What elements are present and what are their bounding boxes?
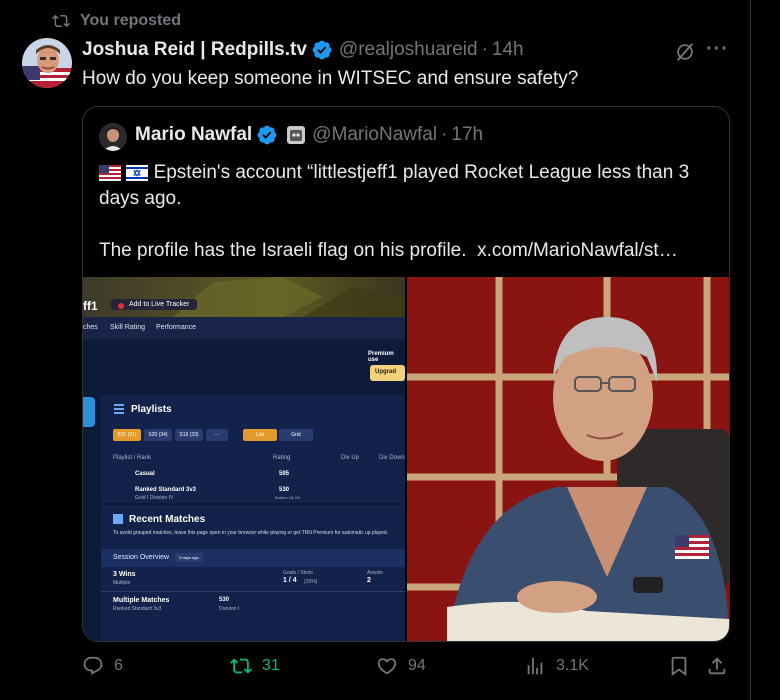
action-bar: 6 31 94 3.1K (82, 655, 732, 683)
verified-badge-icon (257, 125, 277, 145)
tracker-header-banner (83, 277, 405, 317)
upgrade-label: Upgrad (375, 369, 396, 375)
session-wins: 3 Wins (113, 571, 136, 578)
separator-dot: · (481, 39, 488, 60)
multi-rating: 530 (219, 597, 230, 603)
us-flag-icon (99, 165, 121, 181)
heart-icon (377, 658, 397, 675)
recent-matches-panel: Recent Matches To avoid grouped matches,… (101, 505, 405, 641)
israel-flag-icon (126, 165, 149, 181)
assists-label: Assists (367, 570, 383, 576)
quoted-text: Epstein's account “littlestjeff1 played … (99, 160, 719, 264)
playlists-panel: Playlists S31 (31) S20 (34) S19 (33) ···… (101, 395, 405, 503)
multi-matches-sub: Ranked Standard 3v3 (113, 606, 162, 612)
bookmark-icon (671, 656, 687, 677)
row-ranked-name: Ranked Standard 3v3 (135, 487, 197, 493)
add-live-tracker-button: Add to Live Tracker (111, 299, 198, 310)
session-wins-sub: Multiple (113, 580, 131, 586)
post-header: Joshua Reid | Redpills.tv @realjoshuarei… (82, 39, 524, 61)
views-count: 3.1K (556, 657, 589, 674)
session-label: Session Overview (113, 554, 170, 561)
quoted-text-line1: Epstein's account “littlestjeff1 played … (99, 162, 690, 209)
assists-value: 2 (367, 577, 371, 584)
row-casual-rating: 595 (279, 471, 290, 477)
repost-count: 31 (262, 657, 280, 674)
playlists-title: Playlists (131, 404, 172, 415)
col-div-down: Div Down (379, 455, 405, 461)
views-button[interactable]: 3.1K (524, 655, 589, 677)
like-count: 94 (408, 657, 426, 674)
goals-value: 1 / 4 (283, 577, 297, 584)
col-rating: Rating (273, 455, 291, 461)
share-button[interactable] (706, 655, 728, 677)
season-pill-2: S20 (34) (144, 429, 172, 441)
tracker-username-fragment: ff1 (83, 299, 98, 313)
premium-label: Premium use (368, 351, 394, 363)
recent-matches-desc: To avoid grouped matches, leave this pag… (113, 530, 389, 536)
goals-pct: (25%) (304, 579, 318, 585)
col-playlist: Playlist / Rank (113, 455, 152, 461)
col-div-up: Div Up (341, 455, 360, 461)
quoted-post-time[interactable]: 17h (451, 124, 483, 146)
affiliate-badge-icon (287, 126, 306, 144)
author-avatar[interactable] (22, 38, 72, 88)
recent-matches-icon (113, 514, 123, 524)
recent-matches-title: Recent Matches (129, 514, 206, 525)
author-name[interactable]: Joshua Reid | Redpills.tv (82, 39, 307, 61)
share-icon (708, 657, 726, 675)
author-handle[interactable]: @realjoshuareid (339, 39, 478, 61)
season-pill-3: S19 (33) (175, 429, 203, 441)
upgrade-button: Upgrad (370, 365, 405, 381)
multi-division: Division I (219, 606, 240, 612)
season-pill-more: ··· (206, 429, 228, 441)
repost-button[interactable]: 31 (230, 655, 280, 677)
reply-button[interactable]: 6 (82, 655, 123, 677)
row-ranked-sub: Gold I Division IV (135, 495, 174, 501)
repost-label: You reposted (80, 12, 182, 29)
views-chart-icon (527, 657, 543, 675)
row-ranked-rating-sub: Bottom 18.2% (275, 495, 301, 500)
separator-dot: · (441, 124, 448, 145)
repost-indicator: You reposted (52, 12, 181, 30)
goals-label: Goals / Shots (283, 570, 314, 576)
bookmark-button[interactable] (668, 655, 690, 677)
repost-icon (52, 14, 70, 28)
more-options-icon[interactable]: ··· (706, 38, 729, 61)
grok-icon[interactable] (674, 41, 696, 63)
post-time[interactable]: 14h (492, 39, 524, 61)
reply-count: 6 (114, 657, 123, 674)
session-ago: 5 days ago (175, 553, 203, 562)
row-casual-name: Casual (135, 471, 155, 477)
quoted-header: Mario Nawfal @MarioNawfal · 17h (135, 124, 483, 146)
view-grid-pill: Grid (279, 429, 313, 441)
sidebar-tab (83, 397, 95, 427)
nav-matches: ches (83, 324, 98, 331)
view-list-pill: List (243, 429, 277, 441)
quoted-link[interactable]: x.com/MarioNawfal/st… (477, 240, 678, 261)
media-tracker-screenshot[interactable]: ff1 Add to Live Tracker ches Skill Ratin… (83, 277, 405, 641)
repost-icon (230, 658, 252, 674)
quoted-author-handle[interactable]: @MarioNawfal (312, 124, 437, 146)
quoted-author-avatar[interactable] (99, 123, 127, 151)
media-photo[interactable] (407, 277, 729, 641)
quoted-post[interactable]: Mario Nawfal @MarioNawfal · 17h Epstein'… (82, 106, 730, 642)
nav-performance: Performance (156, 324, 197, 331)
playlists-icon (114, 404, 124, 414)
season-pill-1: S31 (31) (113, 429, 141, 441)
row-ranked-rating: 530 (279, 487, 290, 493)
tracker-body: Premium use Upgrad Playlists S31 (31) S2… (83, 339, 405, 641)
nav-skill-rating: Skill Rating (110, 324, 146, 331)
multi-matches-label: Multiple Matches (113, 597, 170, 604)
quoted-text-line2: The profile has the Israeli flag on his … (99, 240, 467, 261)
like-button[interactable]: 94 (376, 655, 426, 677)
verified-badge-icon (312, 40, 332, 60)
tracker-nav: ches Skill Rating Performance (83, 317, 405, 339)
reply-icon (83, 656, 103, 675)
post-text: How do you keep someone in WITSEC and en… (82, 68, 579, 89)
quoted-author-name[interactable]: Mario Nawfal (135, 124, 252, 146)
